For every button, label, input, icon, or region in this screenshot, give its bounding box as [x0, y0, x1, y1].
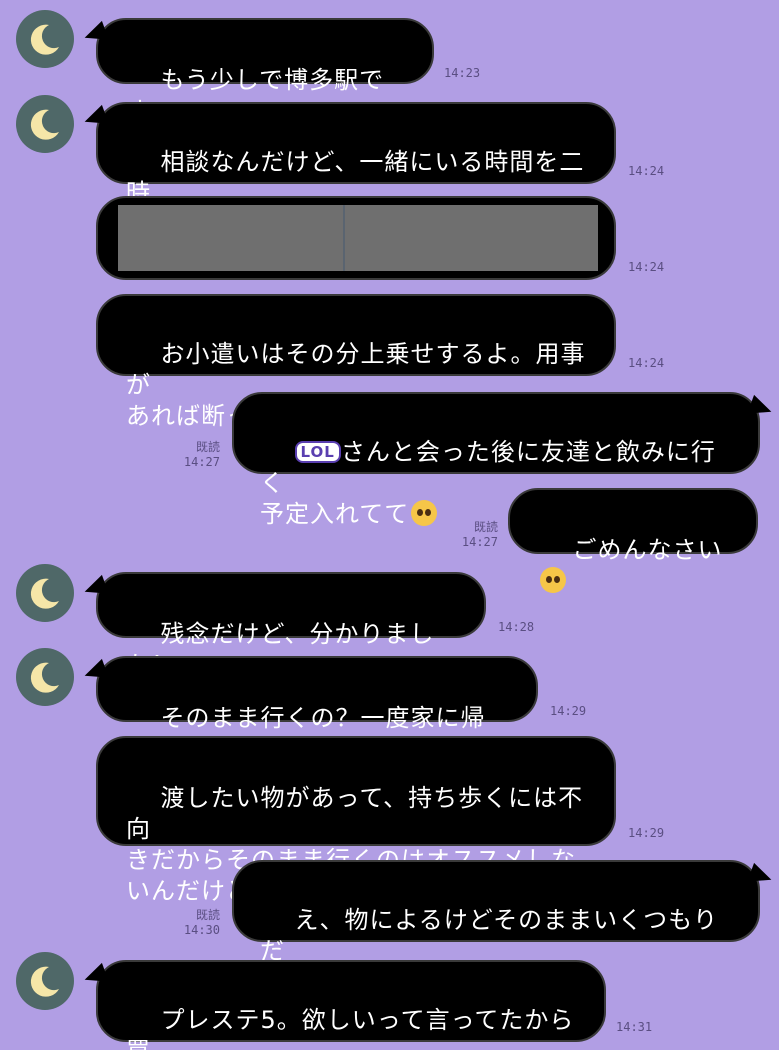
- incoming-message[interactable]: お小遣いはその分上乗せするよ。用事が あれば断って下さい。: [96, 294, 616, 430]
- crescent-moon-icon: [30, 966, 59, 997]
- crescent-moon-icon: [30, 24, 59, 55]
- crescent-moon-icon: [30, 662, 59, 693]
- contact-avatar[interactable]: [16, 564, 74, 622]
- message-time: 14:24: [628, 356, 665, 370]
- incoming-message[interactable]: プレステ5。欲しいって言ってたから買 っちゃった。競馬で一儲けしたので。: [96, 960, 606, 1050]
- message-text: プレステ5。欲しいって言ってたから買 っちゃった。競馬で一儲けしたので。: [126, 1006, 575, 1050]
- read-label: 既読: [473, 520, 498, 534]
- message-time: 14:30: [183, 923, 220, 937]
- incoming-message[interactable]: 残念だけど、分かりました！: [96, 572, 486, 679]
- message-time: 14:29: [628, 826, 665, 840]
- contact-avatar[interactable]: [16, 952, 74, 1010]
- outgoing-message[interactable]: LOL さんと会った後に友達と飲みに行く 予定入れてて: [232, 392, 760, 528]
- read-receipt: 既読 14:27: [454, 520, 498, 550]
- incoming-message[interactable]: 相談なんだけど、一緒にいる時間を二時 間ほど伸ばしてもいいですか？💦: [96, 102, 616, 238]
- read-label: 既読: [195, 440, 220, 454]
- message-time: 14:24: [628, 164, 665, 178]
- read-receipt: 既読 14:27: [176, 440, 220, 470]
- contact-avatar[interactable]: [16, 95, 74, 153]
- outgoing-message[interactable]: え、物によるけどそのままいくつもりだ った: [232, 860, 760, 996]
- outgoing-message[interactable]: ごめんなさい: [508, 488, 758, 593]
- contact-avatar[interactable]: [16, 648, 74, 706]
- lol-badge: LOL: [294, 441, 341, 463]
- incoming-message[interactable]: 渡したい物があって、持ち歩くには不向 きだからそのまま行くのはオススメしな いん…: [96, 736, 616, 905]
- read-receipt: 既読 14:30: [176, 908, 220, 938]
- incoming-message[interactable]: そのまま行くの？一度家に帰る？: [96, 656, 538, 763]
- message-time: 14:31: [616, 1020, 653, 1034]
- pleading-face-icon: [540, 567, 566, 593]
- message-text: ごめんなさい: [572, 536, 723, 564]
- crescent-moon-icon: [30, 578, 59, 609]
- message-time: 14:29: [550, 704, 587, 718]
- contact-avatar[interactable]: [16, 10, 74, 68]
- pleading-face-icon: [411, 500, 438, 526]
- incoming-message[interactable]: もう少しで博多駅です。: [96, 18, 434, 125]
- message-time: 14:27: [183, 455, 220, 469]
- message-time: 14:28: [498, 620, 535, 634]
- message-time: 14:27: [461, 535, 498, 549]
- message-time: 14:23: [444, 66, 481, 80]
- message-time: 14:24: [628, 260, 665, 274]
- attached-image[interactable]: [118, 205, 598, 271]
- read-label: 既読: [195, 908, 220, 922]
- crescent-moon-icon: [30, 109, 59, 140]
- chat-screen: もう少しで博多駅です。 14:23 相談なんだけど、一緒にいる時間を二時 間ほど…: [0, 0, 779, 1050]
- image-seam: [343, 205, 345, 271]
